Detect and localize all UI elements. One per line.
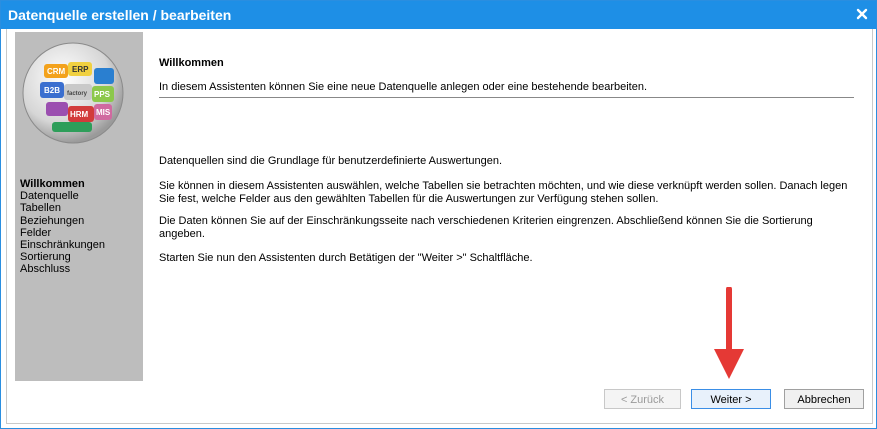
wizard-steps: Willkommen Datenquelle Tabellen Beziehun… [20,178,105,276]
close-icon[interactable] [854,6,870,22]
step-abschluss: Abschluss [20,263,71,276]
paragraph: Datenquellen sind die Grundlage für benu… [159,155,503,167]
separator [159,97,854,98]
step-beziehungen: Beziehungen [20,214,85,227]
logo-word-factory: factory [67,91,88,97]
paragraph: Die Daten können Sie auf der Einschränku… [159,215,813,240]
logo-word-b2b: B2B [44,86,60,95]
puzzle-globe-logo: CRM ERP B2B PPS HRM MIS factory [22,42,124,144]
next-button[interactable]: Weiter > [691,389,771,409]
paragraph: Starten Sie nun den Assistenten durch Be… [159,252,533,264]
paragraph: Sie können in diesem Assistenten auswähl… [159,180,848,205]
red-arrow-annotation [714,287,744,379]
step-einschraenkungen: Einschränkungen [20,239,106,252]
title-bar[interactable]: Datenquelle erstellen / bearbeiten [1,1,876,29]
wizard-body: CRM ERP B2B PPS HRM MIS factory Willkomm… [6,29,873,424]
cancel-button[interactable]: Abbrechen [784,389,864,409]
back-button[interactable]: < Zurück [604,389,681,409]
logo-word-hrm: HRM [70,110,89,119]
step-tabellen: Tabellen [20,202,61,215]
logo-word-mis: MIS [96,108,111,117]
step-willkommen: Willkommen [20,178,85,190]
step-sortierung: Sortierung [20,251,71,264]
logo-word-crm: CRM [47,67,66,76]
wizard-sidebar: CRM ERP B2B PPS HRM MIS factory Willkomm… [15,32,143,381]
step-felder: Felder [20,226,52,239]
logo-word-erp: ERP [72,65,89,74]
page-heading: Willkommen [159,57,224,69]
logo-word-pps: PPS [94,90,111,99]
intro-text: In diesem Assistenten können Sie eine ne… [159,81,648,93]
step-datenquelle: Datenquelle [20,190,79,203]
wizard-window: Datenquelle erstellen / bearbeiten CRM E… [0,0,877,429]
window-title: Datenquelle erstellen / bearbeiten [8,7,232,23]
